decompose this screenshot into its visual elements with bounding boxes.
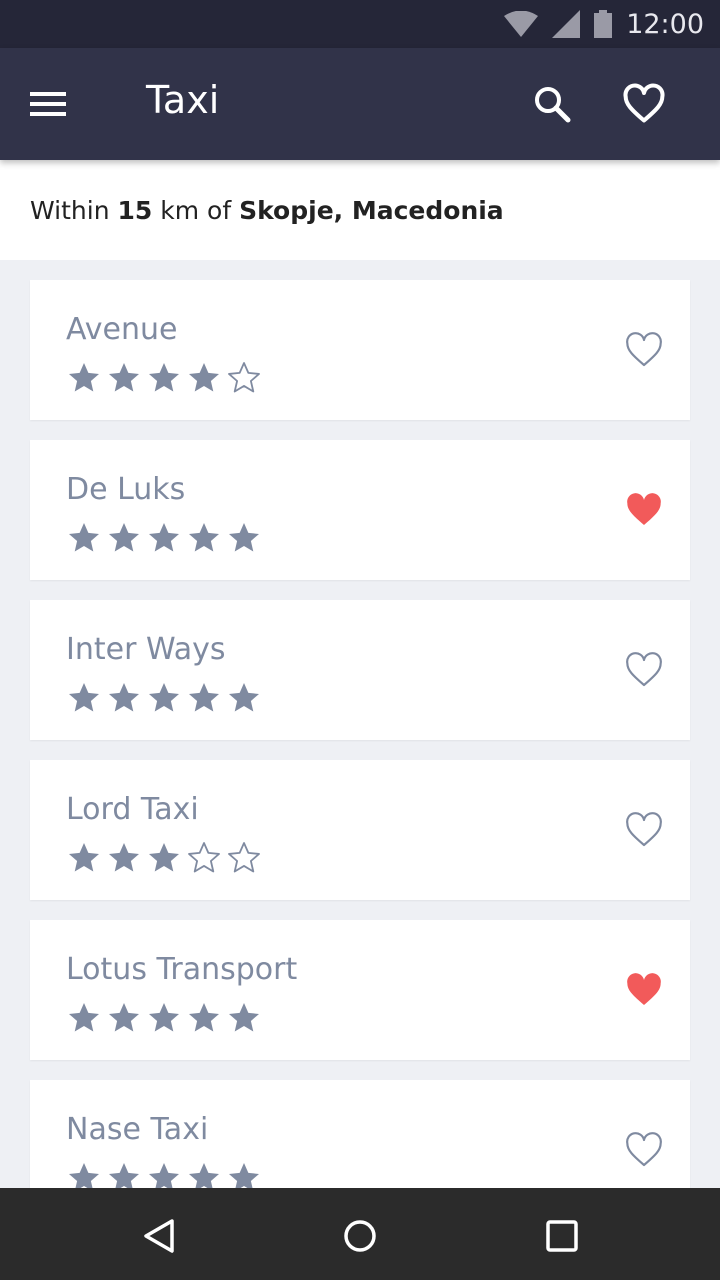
taxi-name: Inter Ways bbox=[66, 632, 226, 667]
rating-stars bbox=[66, 1000, 266, 1036]
heart-outline-icon[interactable] bbox=[622, 1130, 666, 1170]
rating-stars bbox=[66, 680, 266, 716]
heart-outline-icon[interactable] bbox=[622, 650, 666, 690]
star-filled-icon bbox=[106, 360, 142, 396]
page-title: Taxi bbox=[146, 78, 220, 122]
filter-distance: 15 bbox=[117, 195, 153, 225]
filter-prefix: Within bbox=[30, 195, 110, 225]
taxi-card[interactable]: Inter Ways bbox=[30, 600, 690, 740]
taxi-card[interactable]: De Luks bbox=[30, 440, 690, 580]
filter-unit: km of bbox=[160, 195, 232, 225]
star-filled-icon bbox=[66, 680, 102, 716]
heart-outline-icon[interactable] bbox=[622, 330, 666, 370]
star-outline-icon bbox=[186, 840, 222, 876]
filter-location: Skopje, Macedonia bbox=[239, 195, 504, 225]
star-filled-icon bbox=[106, 840, 142, 876]
recents-icon[interactable] bbox=[542, 1216, 582, 1256]
heart-outline-icon[interactable] bbox=[622, 810, 666, 850]
heart-filled-icon[interactable] bbox=[622, 490, 666, 530]
location-filter[interactable]: Within 15 km of Skopje, Macedonia bbox=[0, 160, 720, 260]
star-filled-icon bbox=[186, 520, 222, 556]
status-time: 12:00 bbox=[626, 8, 704, 40]
star-filled-icon bbox=[66, 360, 102, 396]
taxi-list: Avenue De Luks Inter Ways Lord Taxi Lotus Tr… bbox=[30, 280, 690, 1240]
battery-icon bbox=[594, 10, 613, 38]
taxi-card[interactable]: Lotus Transport bbox=[30, 920, 690, 1060]
search-icon[interactable] bbox=[530, 82, 574, 126]
star-filled-icon bbox=[66, 840, 102, 876]
star-filled-icon bbox=[226, 520, 262, 556]
home-icon[interactable] bbox=[340, 1216, 380, 1256]
heart-outline-icon[interactable] bbox=[622, 82, 666, 126]
menu-icon[interactable] bbox=[28, 84, 68, 124]
star-filled-icon bbox=[226, 680, 262, 716]
star-filled-icon bbox=[106, 520, 142, 556]
star-filled-icon bbox=[186, 360, 222, 396]
rating-stars bbox=[66, 360, 266, 396]
app-bar: Taxi bbox=[0, 48, 720, 160]
wifi-icon bbox=[504, 11, 539, 37]
taxi-card[interactable]: Avenue bbox=[30, 280, 690, 420]
star-filled-icon bbox=[66, 1000, 102, 1036]
signal-icon bbox=[552, 10, 581, 38]
taxi-name: Lotus Transport bbox=[66, 952, 298, 987]
taxi-name: Avenue bbox=[66, 312, 178, 347]
star-filled-icon bbox=[106, 680, 142, 716]
star-filled-icon bbox=[146, 1000, 182, 1036]
star-outline-icon bbox=[226, 360, 262, 396]
star-filled-icon bbox=[146, 680, 182, 716]
star-outline-icon bbox=[226, 840, 262, 876]
back-icon[interactable] bbox=[140, 1216, 180, 1256]
heart-filled-icon[interactable] bbox=[622, 970, 666, 1010]
navigation-bar bbox=[0, 1188, 720, 1280]
star-filled-icon bbox=[186, 680, 222, 716]
rating-stars bbox=[66, 520, 266, 556]
taxi-name: Lord Taxi bbox=[66, 792, 199, 827]
star-filled-icon bbox=[146, 360, 182, 396]
taxi-card[interactable]: Lord Taxi bbox=[30, 760, 690, 900]
star-filled-icon bbox=[186, 1000, 222, 1036]
taxi-name: Nase Taxi bbox=[66, 1112, 209, 1147]
status-bar: 12:00 bbox=[0, 0, 720, 48]
taxi-name: De Luks bbox=[66, 472, 186, 507]
star-filled-icon bbox=[146, 520, 182, 556]
star-filled-icon bbox=[226, 1000, 262, 1036]
star-filled-icon bbox=[146, 840, 182, 876]
star-filled-icon bbox=[106, 1000, 142, 1036]
rating-stars bbox=[66, 840, 266, 876]
star-filled-icon bbox=[66, 520, 102, 556]
